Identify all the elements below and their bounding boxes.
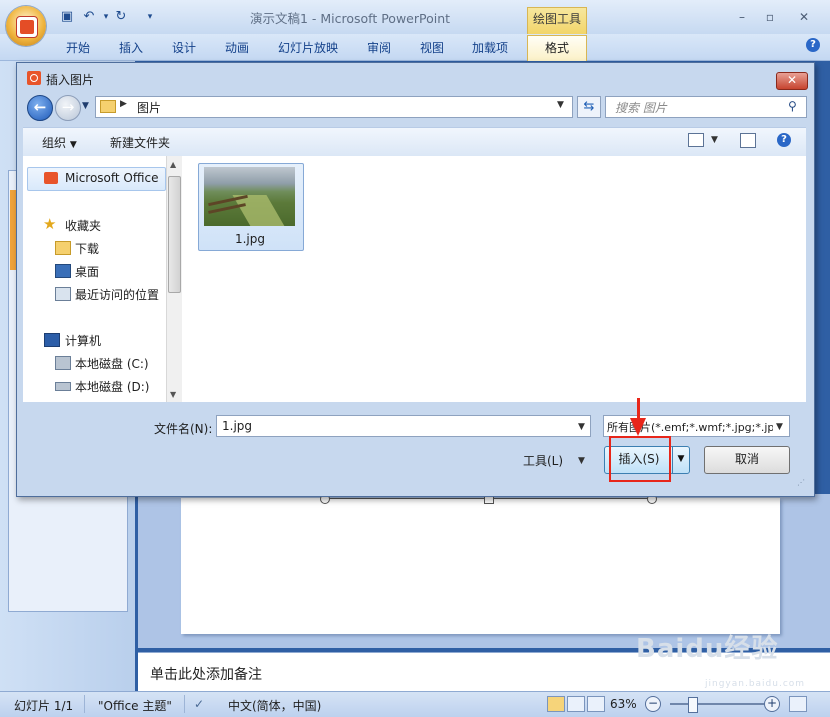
preview-pane-icon[interactable]	[740, 133, 756, 148]
back-arrow-icon[interactable]: ←	[27, 95, 53, 121]
address-dropdown-icon[interactable]: ▼	[557, 100, 564, 110]
download-folder-icon	[55, 241, 71, 255]
drive-c-icon	[55, 356, 71, 370]
star-icon: ★	[43, 215, 57, 233]
recent-places-icon	[55, 287, 71, 301]
office-button[interactable]	[6, 6, 46, 46]
nav-item-computer[interactable]: 计算机	[65, 332, 101, 349]
help-icon[interactable]: ?	[806, 38, 820, 52]
nav-item-desktop[interactable]: 桌面	[75, 263, 99, 280]
slideshow-view-icon[interactable]	[587, 696, 605, 712]
organize-button[interactable]: 组织 ▼	[42, 134, 77, 151]
search-placeholder[interactable]: 搜索 图片	[615, 99, 667, 116]
context-tab-group: 绘图工具	[527, 7, 587, 34]
computer-icon	[44, 333, 60, 347]
breadcrumb-pictures[interactable]: 图片	[137, 99, 161, 116]
filename-dropdown-icon[interactable]: ▼	[578, 422, 585, 432]
help-icon[interactable]: ?	[777, 133, 791, 147]
close-icon[interactable]: ✕	[776, 72, 808, 90]
slide-counter: 幻灯片 1/1	[14, 699, 74, 713]
tab-addins[interactable]: 加载项	[472, 38, 508, 58]
change-view-icon[interactable]	[688, 133, 704, 147]
chevron-down-icon: ▼	[69, 140, 77, 150]
address-bar[interactable]	[95, 96, 573, 118]
nav-item-recent-places[interactable]: 最近访问的位置	[75, 286, 159, 303]
office-icon	[44, 172, 58, 184]
tab-design[interactable]: 设计	[172, 38, 196, 58]
zoom-out-icon[interactable]: −	[645, 696, 661, 712]
drive-d-icon	[55, 382, 71, 391]
maximize-icon[interactable]: ▫	[756, 8, 784, 26]
organize-label: 组织	[42, 136, 67, 150]
zoom-level[interactable]: 63%	[610, 697, 637, 711]
tab-review[interactable]: 审阅	[367, 38, 391, 58]
status-divider	[84, 695, 85, 713]
fit-to-window-icon[interactable]	[789, 696, 807, 712]
watermark: Baidu经验	[636, 634, 779, 664]
tab-view[interactable]: 视图	[420, 38, 444, 58]
nav-item-favorites[interactable]: 收藏夹	[65, 217, 101, 234]
normal-view-icon[interactable]	[547, 696, 565, 712]
zoom-slider-track[interactable]	[670, 703, 764, 705]
tools-button[interactable]: 工具(L)	[523, 452, 563, 469]
nav-item-drive-d[interactable]: 本地磁盘 (D:)	[75, 378, 149, 395]
window-title: 演示文稿1 - Microsoft PowerPoint	[249, 11, 451, 26]
tab-insert[interactable]: 插入	[119, 38, 143, 58]
close-window-icon[interactable]: ✕	[790, 8, 818, 26]
notes-placeholder[interactable]: 单击此处添加备注	[150, 664, 262, 684]
dialog-app-icon	[27, 71, 41, 85]
refresh-icon[interactable]: ⇆	[577, 96, 601, 118]
status-divider	[184, 695, 185, 713]
folder-icon	[100, 100, 116, 113]
desktop-icon	[55, 264, 71, 278]
tools-dropdown-icon[interactable]: ▼	[578, 456, 585, 466]
zoom-slider-thumb[interactable]	[688, 697, 698, 713]
cancel-button[interactable]: 取消	[704, 446, 790, 474]
resize-grip-icon[interactable]: ⋰	[797, 478, 805, 487]
annotation-highlight-box	[609, 436, 671, 482]
forward-arrow-icon[interactable]: →	[55, 95, 81, 121]
view-dropdown-icon[interactable]: ▼	[711, 135, 718, 145]
filetype-dropdown-icon[interactable]: ▼	[776, 422, 783, 432]
tab-slideshow[interactable]: 幻灯片放映	[278, 38, 338, 58]
filename-label: 文件名(N):	[154, 422, 213, 436]
tab-animation[interactable]: 动画	[225, 38, 249, 58]
filename-input[interactable]	[216, 415, 591, 437]
annotation-arrow-head	[630, 418, 646, 436]
office-logo-icon	[16, 16, 38, 38]
breadcrumb-chevron-icon[interactable]: ▶	[120, 99, 127, 109]
slide-canvas[interactable]	[181, 498, 780, 634]
language-indicator: 中文(简体，中国)	[228, 699, 322, 713]
slide-sorter-view-icon[interactable]	[567, 696, 585, 712]
scroll-down-icon[interactable]: ▼	[170, 390, 176, 399]
scroll-up-icon[interactable]: ▲	[170, 160, 176, 169]
zoom-in-icon[interactable]: +	[764, 696, 780, 712]
image-thumbnail[interactable]	[204, 167, 295, 226]
file-name[interactable]: 1.jpg	[198, 232, 302, 246]
dialog-title: 插入图片	[46, 73, 95, 87]
history-dropdown-icon[interactable]: ▼	[82, 101, 89, 111]
search-icon[interactable]: ⚲	[788, 99, 797, 113]
minimize-icon[interactable]: –	[728, 8, 756, 26]
tab-format[interactable]: 格式	[527, 35, 587, 61]
tab-home[interactable]: 开始	[66, 38, 90, 58]
theme-name: "Office 主题"	[98, 699, 172, 713]
nav-item-drive-c[interactable]: 本地磁盘 (C:)	[75, 355, 149, 372]
nav-scrollbar-thumb[interactable]	[168, 176, 181, 293]
insert-options-dropdown-icon[interactable]: ▼	[672, 446, 690, 474]
new-folder-button[interactable]: 新建文件夹	[110, 134, 170, 151]
nav-item-downloads[interactable]: 下载	[75, 240, 99, 257]
watermark-url: jingyan.baidu.com	[705, 679, 806, 689]
nav-item-microsoft-office[interactable]: Microsoft Office	[65, 171, 158, 185]
spellcheck-icon[interactable]: ✓	[194, 697, 204, 711]
